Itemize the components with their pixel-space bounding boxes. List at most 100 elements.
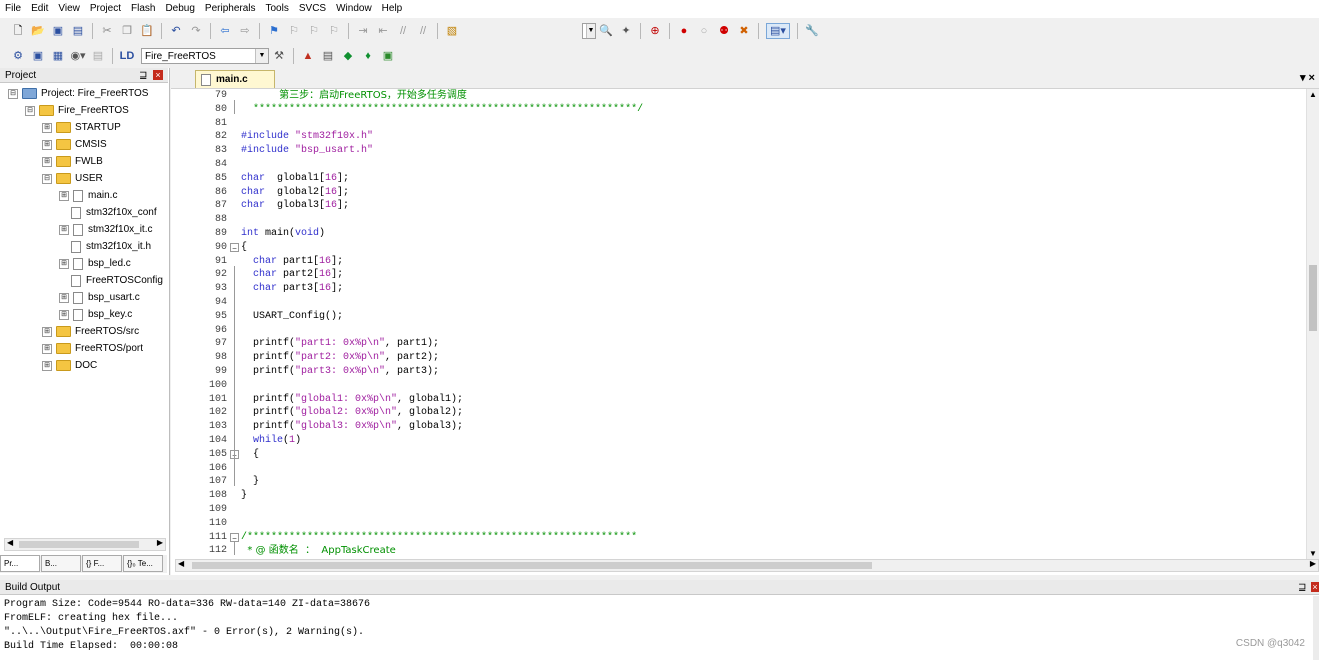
bookmark-icon[interactable]: ⚑ xyxy=(267,24,281,38)
expand-toggle-icon[interactable]: ⊞ xyxy=(42,326,52,337)
pack-installer-icon[interactable]: ♦ xyxy=(361,49,375,63)
tree-item[interactable]: FreeRTOSConfig xyxy=(59,272,163,289)
expand-toggle-icon[interactable]: ⊞ xyxy=(59,190,69,201)
tree-item[interactable]: ⊞ FWLB xyxy=(42,153,103,170)
target-select[interactable]: Fire_FreeRTOS ▼ xyxy=(141,48,269,64)
scroll-thumb[interactable] xyxy=(1309,265,1317,331)
bookmark-prev-icon[interactable]: ⚐ xyxy=(287,24,301,38)
tree-item[interactable]: ⊞ bsp_usart.c xyxy=(59,289,140,306)
expand-toggle-icon[interactable]: ⊞ xyxy=(42,343,52,354)
tree-item[interactable]: stm32f10x_it.h xyxy=(59,238,151,255)
open-file-icon[interactable]: 📂 xyxy=(31,24,45,38)
menu-view[interactable]: View xyxy=(53,0,85,18)
expand-toggle-icon[interactable]: ⊞ xyxy=(59,224,69,235)
breakpoint-insert-icon[interactable]: ● xyxy=(677,24,691,38)
comment-icon[interactable]: // xyxy=(396,24,410,38)
expand-toggle-icon[interactable]: ⊞ xyxy=(59,292,69,303)
expand-toggle-icon[interactable]: ⊟ xyxy=(42,173,52,184)
expand-toggle-icon[interactable]: ⊞ xyxy=(59,309,69,320)
undo-icon[interactable]: ↶ xyxy=(169,24,183,38)
expand-toggle-icon[interactable]: ⊞ xyxy=(42,139,52,150)
tree-item[interactable]: ⊞ DOC xyxy=(42,357,97,374)
expand-toggle-icon[interactable]: ⊞ xyxy=(42,122,52,133)
configure-icon[interactable]: 🔧 xyxy=(805,24,819,38)
project-panel-tab[interactable]: Pr... xyxy=(0,555,40,572)
menu-edit[interactable]: Edit xyxy=(26,0,53,18)
pin-icon[interactable]: ⊒ xyxy=(1298,580,1306,595)
find-in-files-icon[interactable]: ▧ xyxy=(445,24,459,38)
copy-icon[interactable]: ❐ xyxy=(120,24,134,38)
redo-icon[interactable]: ↷ xyxy=(189,24,203,38)
tree-item[interactable]: ⊞ bsp_key.c xyxy=(59,306,132,323)
expand-toggle-icon[interactable]: ⊞ xyxy=(42,360,52,371)
file-extensions-icon[interactable]: ▤ xyxy=(321,49,335,63)
debug-session-icon[interactable]: ⊕ xyxy=(648,24,662,38)
expand-toggle-icon[interactable]: ⊞ xyxy=(59,258,69,269)
code-area[interactable]: 第三步：启动FreeRTOS，开始多任务调度 *****************… xyxy=(241,89,1305,559)
indent-icon[interactable]: ⇥ xyxy=(356,24,370,38)
tree-item[interactable]: ⊞ FreeRTOS/src xyxy=(42,323,139,340)
stop-build-icon[interactable]: ▤ xyxy=(91,49,105,63)
menu-window[interactable]: Window xyxy=(331,0,377,18)
scroll-up-icon[interactable]: ▲ xyxy=(1309,90,1317,99)
breakpoint-kill-all-icon[interactable]: ✖ xyxy=(737,24,751,38)
new-file-icon[interactable]: 🗋 xyxy=(11,24,25,38)
project-hscrollbar[interactable]: ◀ ▶ xyxy=(4,538,166,551)
breakpoint-disable-icon[interactable]: ○ xyxy=(697,24,711,38)
tree-item[interactable]: ⊞ STARTUP xyxy=(42,119,121,136)
scroll-right-icon[interactable]: ▶ xyxy=(157,538,163,547)
scroll-down-icon[interactable]: ▼ xyxy=(1309,549,1317,558)
tree-item[interactable]: ⊟ Fire_FreeRTOS xyxy=(25,102,129,119)
paste-icon[interactable]: 📋 xyxy=(140,24,154,38)
scroll-thumb[interactable] xyxy=(19,541,139,548)
expand-toggle-icon[interactable]: ⊟ xyxy=(25,105,35,116)
tree-item[interactable]: ⊞ FreeRTOS/port xyxy=(42,340,143,357)
editor-hscrollbar[interactable]: ◀ ▶ xyxy=(175,559,1319,572)
project-panel-tab[interactable]: {} F... xyxy=(82,555,122,572)
pin-icon[interactable]: ⊒ xyxy=(139,68,147,83)
project-panel-tab[interactable]: B... xyxy=(41,555,81,572)
tree-item[interactable]: ⊞ CMSIS xyxy=(42,136,107,153)
expand-toggle-icon[interactable]: ⊟ xyxy=(8,88,18,99)
unindent-icon[interactable]: ⇤ xyxy=(376,24,390,38)
menu-svcs[interactable]: SVCS xyxy=(294,0,331,18)
build-output-vscrollbar[interactable] xyxy=(1313,596,1319,660)
run-time-env-icon[interactable]: ▣ xyxy=(381,49,395,63)
menu-flash[interactable]: Flash xyxy=(126,0,160,18)
find-combo[interactable]: ▼ xyxy=(582,23,596,39)
target-options-icon[interactable]: ⚒ xyxy=(272,49,286,63)
scroll-left-icon[interactable]: ◀ xyxy=(178,559,184,568)
close-icon[interactable]: × xyxy=(1311,582,1319,592)
menu-debug[interactable]: Debug xyxy=(160,0,199,18)
build-icon[interactable]: ▣ xyxy=(31,49,45,63)
fold-toggle-icon[interactable]: − xyxy=(230,242,239,253)
editor-vscrollbar[interactable]: ▲ ▼ xyxy=(1306,89,1319,559)
tab-main-c[interactable]: main.c xyxy=(195,70,275,88)
tree-item[interactable]: ⊞ stm32f10x_it.c xyxy=(59,221,152,238)
window-layout-icon[interactable]: ▤▾ xyxy=(766,23,790,39)
translate-icon[interactable]: ⚙ xyxy=(11,49,25,63)
breakpoint-disable-all-icon[interactable]: ⚉ xyxy=(717,24,731,38)
manage-components-icon[interactable]: ▲ xyxy=(301,49,315,63)
bookmark-clear-icon[interactable]: ⚐ xyxy=(327,24,341,38)
tree-item[interactable]: ⊟ Project: Fire_FreeRTOS xyxy=(8,85,148,102)
expand-toggle-icon[interactable]: ⊞ xyxy=(42,156,52,167)
incremental-find-icon[interactable]: ✦ xyxy=(619,24,633,38)
uncomment-icon[interactable]: // xyxy=(416,24,430,38)
scroll-right-icon[interactable]: ▶ xyxy=(1310,559,1316,568)
project-panel-tab[interactable]: {}₀ Te... xyxy=(123,555,163,572)
find-icon[interactable]: 🔍 xyxy=(599,24,613,38)
close-all-icon[interactable]: ▾ × xyxy=(1300,71,1315,84)
fold-toggle-icon[interactable]: − xyxy=(230,532,239,543)
bookmark-next-icon[interactable]: ⚐ xyxy=(307,24,321,38)
tree-item[interactable]: stm32f10x_conf xyxy=(59,204,157,221)
menu-peripherals[interactable]: Peripherals xyxy=(200,0,261,18)
tree-item[interactable]: ⊟ USER xyxy=(42,170,103,187)
tree-item[interactable]: ⊞ main.c xyxy=(59,187,117,204)
select-packs-icon[interactable]: ◆ xyxy=(341,49,355,63)
menu-file[interactable]: File xyxy=(0,0,26,18)
close-icon[interactable]: × xyxy=(153,70,163,80)
tree-item[interactable]: ⊞ bsp_led.c xyxy=(59,255,131,272)
scroll-thumb[interactable] xyxy=(192,562,872,569)
scroll-left-icon[interactable]: ◀ xyxy=(7,538,13,547)
